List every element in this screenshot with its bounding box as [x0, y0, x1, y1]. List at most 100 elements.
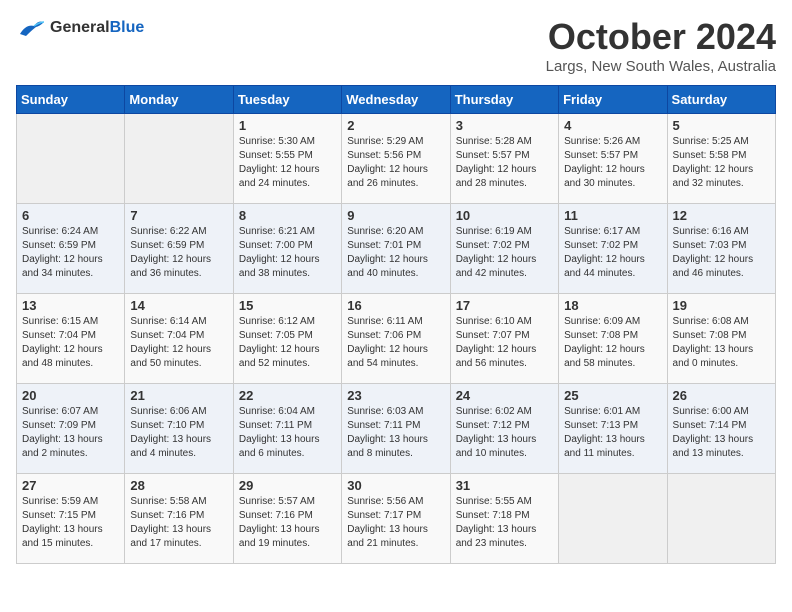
weekday-header-tuesday: Tuesday: [233, 86, 341, 114]
day-info: Sunrise: 6:24 AM Sunset: 6:59 PM Dayligh…: [22, 225, 119, 281]
calendar-cell: 26Sunrise: 6:00 AM Sunset: 7:14 PM Dayli…: [667, 384, 775, 474]
calendar-cell: 30 Sunrise: 5:56 AM Sunset: 7:17 PM Dayli…: [342, 474, 450, 564]
day-info: Sunrise: 6:04 AM Sunset: 7:11 PM Dayligh…: [239, 405, 336, 461]
calendar-cell: 11 Sunrise: 6:17 AM Sunset: 7:02 PM Dayli…: [559, 204, 667, 294]
weekday-header-wednesday: Wednesday: [342, 86, 450, 114]
weekday-header-sunday: Sunday: [17, 86, 125, 114]
calendar-subtitle: Largs, New South Wales, Australia: [546, 58, 776, 75]
day-info: Sunrise: 6:08 AM Sunset: 7:08 PM Dayligh…: [673, 315, 770, 371]
logo: GeneralBlue: [16, 16, 144, 40]
day-number: 17: [456, 298, 553, 313]
day-info: Sunrise: 6:02 AM Sunset: 7:12 PM Dayligh…: [456, 405, 553, 461]
calendar-cell: 15 Sunrise: 6:12 AM Sunset: 7:05 PM Dayli…: [233, 294, 341, 384]
day-number: 6: [22, 208, 119, 223]
day-number: 27: [22, 478, 119, 493]
logo-bird-icon: [16, 16, 46, 40]
day-number: 11: [564, 208, 661, 223]
day-info: Sunrise: 5:58 AM Sunset: 7:16 PM Dayligh…: [130, 495, 227, 551]
day-info: Sunrise: 5:25 AM Sunset: 5:58 PM Dayligh…: [673, 135, 770, 191]
day-number: 25: [564, 388, 661, 403]
calendar-cell: 7 Sunrise: 6:22 AM Sunset: 6:59 PM Daylig…: [125, 204, 233, 294]
day-info: Sunrise: 6:09 AM Sunset: 7:08 PM Dayligh…: [564, 315, 661, 371]
calendar-cell: 17 Sunrise: 6:10 AM Sunset: 7:07 PM Dayli…: [450, 294, 558, 384]
calendar-cell: 12Sunrise: 6:16 AM Sunset: 7:03 PM Dayli…: [667, 204, 775, 294]
day-info: Sunrise: 6:19 AM Sunset: 7:02 PM Dayligh…: [456, 225, 553, 281]
title-area: October 2024 Largs, New South Wales, Aus…: [546, 16, 776, 75]
day-number: 30: [347, 478, 444, 493]
day-number: 26: [673, 388, 770, 403]
day-info: Sunrise: 6:11 AM Sunset: 7:06 PM Dayligh…: [347, 315, 444, 371]
week-row-2: 6 Sunrise: 6:24 AM Sunset: 6:59 PM Daylig…: [17, 204, 776, 294]
day-number: 19: [673, 298, 770, 313]
day-number: 20: [22, 388, 119, 403]
day-info: Sunrise: 6:10 AM Sunset: 7:07 PM Dayligh…: [456, 315, 553, 371]
calendar-cell: 24 Sunrise: 6:02 AM Sunset: 7:12 PM Dayli…: [450, 384, 558, 474]
calendar-cell: 20 Sunrise: 6:07 AM Sunset: 7:09 PM Dayli…: [17, 384, 125, 474]
weekday-header-friday: Friday: [559, 86, 667, 114]
day-info: Sunrise: 6:15 AM Sunset: 7:04 PM Dayligh…: [22, 315, 119, 371]
day-info: Sunrise: 6:12 AM Sunset: 7:05 PM Dayligh…: [239, 315, 336, 371]
calendar-cell: 29Sunrise: 5:57 AM Sunset: 7:16 PM Dayli…: [233, 474, 341, 564]
week-row-4: 20 Sunrise: 6:07 AM Sunset: 7:09 PM Dayli…: [17, 384, 776, 474]
calendar-cell: [667, 474, 775, 564]
day-info: Sunrise: 6:01 AM Sunset: 7:13 PM Dayligh…: [564, 405, 661, 461]
day-number: 9: [347, 208, 444, 223]
day-info: Sunrise: 6:06 AM Sunset: 7:10 PM Dayligh…: [130, 405, 227, 461]
day-number: 15: [239, 298, 336, 313]
day-info: Sunrise: 5:30 AM Sunset: 5:55 PM Dayligh…: [239, 135, 336, 191]
calendar-cell: 13Sunrise: 6:15 AM Sunset: 7:04 PM Dayli…: [17, 294, 125, 384]
calendar-cell: 6 Sunrise: 6:24 AM Sunset: 6:59 PM Daylig…: [17, 204, 125, 294]
calendar-cell: 3 Sunrise: 5:28 AM Sunset: 5:57 PM Daylig…: [450, 114, 558, 204]
weekday-header-thursday: Thursday: [450, 86, 558, 114]
weekday-header-row: SundayMondayTuesdayWednesdayThursdayFrid…: [17, 86, 776, 114]
calendar-cell: 23Sunrise: 6:03 AM Sunset: 7:11 PM Dayli…: [342, 384, 450, 474]
day-number: 10: [456, 208, 553, 223]
day-number: 4: [564, 118, 661, 133]
calendar-cell: 9 Sunrise: 6:20 AM Sunset: 7:01 PM Daylig…: [342, 204, 450, 294]
calendar-cell: 31 Sunrise: 5:55 AM Sunset: 7:18 PM Dayli…: [450, 474, 558, 564]
day-number: 7: [130, 208, 227, 223]
calendar-cell: 4Sunrise: 5:26 AM Sunset: 5:57 PM Daylig…: [559, 114, 667, 204]
calendar-table: SundayMondayTuesdayWednesdayThursdayFrid…: [16, 85, 776, 564]
day-number: 3: [456, 118, 553, 133]
week-row-1: 1 Sunrise: 5:30 AM Sunset: 5:55 PM Daylig…: [17, 114, 776, 204]
calendar-cell: [125, 114, 233, 204]
week-row-5: 27 Sunrise: 5:59 AM Sunset: 7:15 PM Dayli…: [17, 474, 776, 564]
calendar-cell: 16Sunrise: 6:11 AM Sunset: 7:06 PM Dayli…: [342, 294, 450, 384]
day-number: 5: [673, 118, 770, 133]
day-number: 24: [456, 388, 553, 403]
day-info: Sunrise: 6:20 AM Sunset: 7:01 PM Dayligh…: [347, 225, 444, 281]
day-number: 1: [239, 118, 336, 133]
day-number: 8: [239, 208, 336, 223]
day-info: Sunrise: 5:59 AM Sunset: 7:15 PM Dayligh…: [22, 495, 119, 551]
day-number: 21: [130, 388, 227, 403]
calendar-cell: 1 Sunrise: 5:30 AM Sunset: 5:55 PM Daylig…: [233, 114, 341, 204]
calendar-title: October 2024: [546, 16, 776, 58]
calendar-cell: 19 Sunrise: 6:08 AM Sunset: 7:08 PM Dayli…: [667, 294, 775, 384]
day-info: Sunrise: 6:07 AM Sunset: 7:09 PM Dayligh…: [22, 405, 119, 461]
day-info: Sunrise: 5:56 AM Sunset: 7:17 PM Dayligh…: [347, 495, 444, 551]
page-header: GeneralBlue October 2024 Largs, New Sout…: [16, 16, 776, 75]
day-number: 28: [130, 478, 227, 493]
day-number: 2: [347, 118, 444, 133]
calendar-cell: 18 Sunrise: 6:09 AM Sunset: 7:08 PM Dayli…: [559, 294, 667, 384]
day-info: Sunrise: 6:17 AM Sunset: 7:02 PM Dayligh…: [564, 225, 661, 281]
calendar-cell: 28 Sunrise: 5:58 AM Sunset: 7:16 PM Dayli…: [125, 474, 233, 564]
calendar-cell: 22Sunrise: 6:04 AM Sunset: 7:11 PM Dayli…: [233, 384, 341, 474]
calendar-cell: [17, 114, 125, 204]
calendar-cell: 25 Sunrise: 6:01 AM Sunset: 7:13 PM Dayli…: [559, 384, 667, 474]
week-row-3: 13Sunrise: 6:15 AM Sunset: 7:04 PM Dayli…: [17, 294, 776, 384]
day-info: Sunrise: 6:21 AM Sunset: 7:00 PM Dayligh…: [239, 225, 336, 281]
day-number: 18: [564, 298, 661, 313]
day-number: 31: [456, 478, 553, 493]
calendar-cell: 2 Sunrise: 5:29 AM Sunset: 5:56 PM Daylig…: [342, 114, 450, 204]
day-number: 14: [130, 298, 227, 313]
day-info: Sunrise: 6:16 AM Sunset: 7:03 PM Dayligh…: [673, 225, 770, 281]
day-info: Sunrise: 6:03 AM Sunset: 7:11 PM Dayligh…: [347, 405, 444, 461]
calendar-cell: 14Sunrise: 6:14 AM Sunset: 7:04 PM Dayli…: [125, 294, 233, 384]
day-info: Sunrise: 5:55 AM Sunset: 7:18 PM Dayligh…: [456, 495, 553, 551]
day-info: Sunrise: 5:28 AM Sunset: 5:57 PM Dayligh…: [456, 135, 553, 191]
day-info: Sunrise: 5:29 AM Sunset: 5:56 PM Dayligh…: [347, 135, 444, 191]
logo-text: GeneralBlue: [50, 19, 144, 37]
day-info: Sunrise: 6:22 AM Sunset: 6:59 PM Dayligh…: [130, 225, 227, 281]
